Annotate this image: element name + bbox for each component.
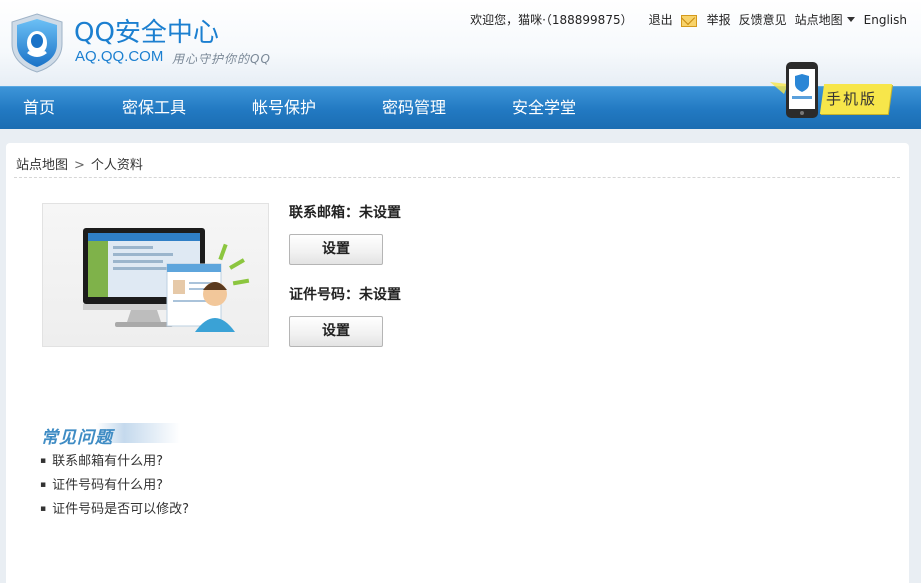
nav-item-home[interactable]: 首页 bbox=[23, 87, 55, 129]
qq-shield-logo-icon[interactable] bbox=[8, 12, 66, 74]
logo-slogan: 用心守护你的QQ bbox=[172, 52, 271, 66]
mail-icon[interactable] bbox=[680, 14, 697, 27]
faq-title: 常见问题 bbox=[41, 428, 113, 448]
breadcrumb: 站点地图 > 个人资料 bbox=[16, 154, 143, 173]
faq-list: 联系邮箱有什么用? 证件号码有什么用? 证件号码是否可以修改? bbox=[40, 453, 189, 525]
report-link[interactable]: 举报 bbox=[707, 11, 731, 28]
faq-item-email[interactable]: 联系邮箱有什么用? bbox=[40, 453, 189, 477]
nav-item-security-school[interactable]: 安全学堂 bbox=[512, 87, 576, 129]
email-status-label: 联系邮箱：未设置 bbox=[289, 205, 401, 221]
set-id-button[interactable]: 设置 bbox=[289, 316, 383, 347]
feedback-link[interactable]: 反馈意见 bbox=[739, 11, 787, 28]
breadcrumb-separator: > bbox=[74, 158, 85, 173]
mobile-version-label[interactable]: 手机版 bbox=[826, 88, 877, 109]
nav-item-password-management[interactable]: 密码管理 bbox=[382, 87, 446, 129]
set-email-button[interactable]: 设置 bbox=[289, 234, 383, 265]
logout-link[interactable]: 退出 bbox=[649, 11, 673, 28]
nav-item-security-tools[interactable]: 密保工具 bbox=[122, 87, 186, 129]
breadcrumb-current: 个人资料 bbox=[90, 158, 143, 173]
id-status-label: 证件号码：未设置 bbox=[289, 287, 401, 303]
nav-item-account-protection[interactable]: 帐号保护 bbox=[252, 87, 316, 129]
top-user-bar: 欢迎您，猫咪·（188899875） 退出 举报 反馈意见 站点地图 Engli… bbox=[470, 11, 907, 28]
logo-domain: AQ.QQ.COM bbox=[75, 48, 164, 65]
profile-illustration bbox=[42, 203, 269, 347]
content-panel: 站点地图 > 个人资料 联系邮箱：未设置 设置 证件号码：未设置 设置 常见问题… bbox=[6, 143, 909, 583]
sitemap-link[interactable]: 站点地图 bbox=[795, 11, 843, 28]
language-link[interactable]: English bbox=[864, 13, 907, 27]
chevron-down-icon[interactable] bbox=[846, 16, 855, 22]
monitor-user-icon bbox=[83, 228, 250, 332]
welcome-text: 欢迎您，猫咪·（188899875） bbox=[470, 13, 633, 27]
logo-title[interactable]: QQ安全中心 bbox=[74, 12, 219, 49]
faq-item-id-usage[interactable]: 证件号码有什么用? bbox=[40, 477, 189, 501]
faq-item-id-modify[interactable]: 证件号码是否可以修改? bbox=[40, 501, 189, 525]
breadcrumb-sitemap-link[interactable]: 站点地图 bbox=[16, 158, 68, 173]
breadcrumb-divider bbox=[14, 177, 900, 178]
